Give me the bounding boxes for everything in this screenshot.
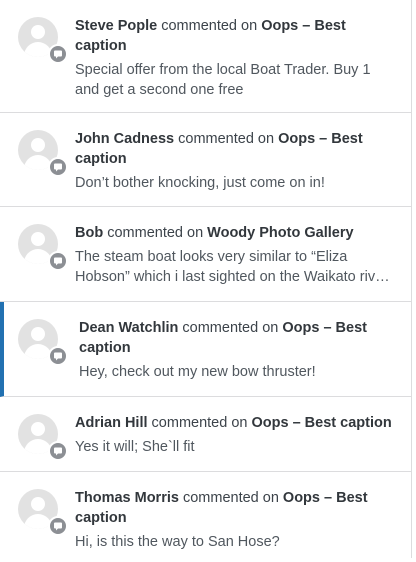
comment-author[interactable]: John Cadness (75, 131, 174, 147)
notification-title: Adrian Hill commented on Oops – Best cap… (75, 413, 397, 433)
comment-excerpt: Don’t bother knocking, just come on in! (75, 175, 325, 191)
comment-excerpt: Hey, check out my new bow thruster! (79, 364, 316, 380)
notification-verb: commented on (182, 320, 279, 336)
comment-author[interactable]: Thomas Morris (75, 490, 179, 506)
comment-icon (48, 44, 68, 64)
comment-excerpt: Special offer from the local Boat Trader… (75, 62, 371, 98)
comment-icon (48, 251, 68, 271)
notifications-panel: Steve Pople commented on Oops – Best cap… (0, 0, 412, 558)
notification-title: Bob commented on Woody Photo Gallery (75, 223, 397, 243)
comment-author[interactable]: Bob (75, 225, 103, 241)
notification-item-selected[interactable]: Dean Watchlin commented on Oops – Best c… (0, 302, 411, 397)
comment-author[interactable]: Dean Watchlin (79, 320, 178, 336)
comment-author[interactable]: Adrian Hill (75, 415, 148, 431)
post-title-link[interactable]: Woody Photo Gallery (207, 225, 353, 241)
notification-title: John Cadness commented on Oops – Best ca… (75, 129, 397, 169)
notification-verb: commented on (161, 18, 258, 34)
comment-icon (48, 157, 68, 177)
comment-author[interactable]: Steve Pople (75, 18, 157, 34)
notification-verb: commented on (182, 490, 279, 506)
notification-title: Thomas Morris commented on Oops – Best c… (75, 488, 397, 528)
notification-verb: commented on (178, 131, 275, 147)
post-title-link[interactable]: Oops – Best caption (252, 415, 392, 431)
notification-item[interactable]: John Cadness commented on Oops – Best ca… (0, 113, 411, 207)
notification-verb: commented on (151, 415, 248, 431)
comment-excerpt: The steam boat looks very similar to “El… (75, 249, 388, 285)
comment-icon (48, 516, 68, 536)
comment-excerpt: Yes it will; She`ll fit (75, 439, 195, 455)
notification-verb: commented on (107, 225, 204, 241)
notification-title: Steve Pople commented on Oops – Best cap… (75, 16, 397, 56)
comment-icon (48, 346, 68, 366)
comment-icon (48, 441, 68, 461)
notification-title: Dean Watchlin commented on Oops – Best c… (79, 318, 397, 358)
notification-item[interactable]: Adrian Hill commented on Oops – Best cap… (0, 397, 411, 472)
notification-item[interactable]: Thomas Morris commented on Oops – Best c… (0, 472, 411, 562)
notification-item[interactable]: Steve Pople commented on Oops – Best cap… (0, 0, 411, 113)
comment-excerpt: Hi, is this the way to San Hose? (75, 534, 280, 550)
notification-item[interactable]: Bob commented on Woody Photo Gallery The… (0, 207, 411, 302)
